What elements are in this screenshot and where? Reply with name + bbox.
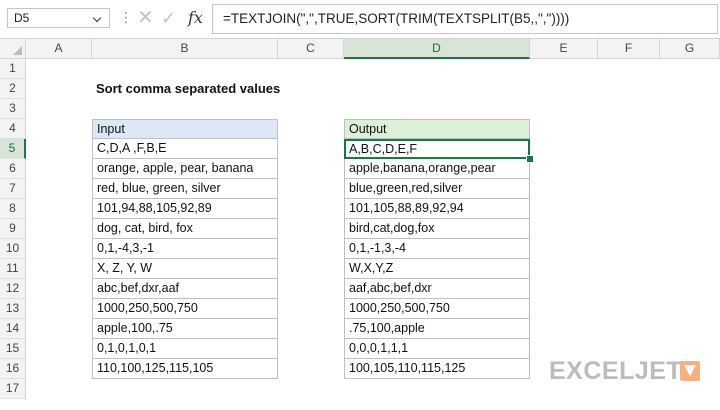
input-cell[interactable]: orange, apple, pear, banana — [92, 159, 278, 179]
row-header-11[interactable]: 11 — [0, 259, 26, 279]
row-header-14[interactable]: 14 — [0, 319, 26, 339]
input-cell[interactable]: 0,1,-4,3,-1 — [92, 239, 278, 259]
output-cell[interactable]: 101,105,88,89,92,94 — [344, 199, 530, 219]
output-cell[interactable]: 0,1,-1,3,-4 — [344, 239, 530, 259]
row-header-4[interactable]: 4 — [0, 119, 26, 139]
input-cell[interactable]: 1000,250,500,750 — [92, 299, 278, 319]
logo-text: EXCELJET — [549, 357, 683, 385]
sheet-title[interactable]: Sort comma separated values — [92, 79, 392, 99]
output-header-cell[interactable]: Output — [344, 119, 530, 139]
exceljet-logo: EXCELJET — [549, 358, 682, 384]
row-header-12[interactable]: 12 — [0, 279, 26, 299]
row-header-1[interactable]: 1 — [0, 59, 26, 79]
formula-input[interactable]: =TEXTJOIN(",",TRUE,SORT(TRIM(TEXTSPLIT(B… — [212, 4, 718, 34]
output-cell[interactable]: .75,100,apple — [344, 319, 530, 339]
column-header-f[interactable]: F — [598, 39, 660, 59]
row-header-5[interactable]: 5 — [0, 139, 26, 159]
row-header-13[interactable]: 13 — [0, 299, 26, 319]
input-header-cell[interactable]: Input — [92, 119, 278, 139]
output-cell[interactable]: W,X,Y,Z — [344, 259, 530, 279]
output-cell[interactable]: apple,banana,orange,pear — [344, 159, 530, 179]
active-cell[interactable]: A,B,C,D,E,F — [344, 139, 530, 159]
row-header-16[interactable]: 16 — [0, 359, 26, 379]
row-header-3[interactable]: 3 — [0, 99, 26, 119]
check-icon[interactable]: ✓ — [161, 7, 176, 29]
input-cell[interactable]: red, blue, green, silver — [92, 179, 278, 199]
formula-text: =TEXTJOIN(",",TRUE,SORT(TRIM(TEXTSPLIT(B… — [223, 11, 570, 26]
row-header-7[interactable]: 7 — [0, 179, 26, 199]
column-header-b[interactable]: B — [92, 39, 278, 59]
input-cell[interactable]: dog, cat, bird, fox — [92, 219, 278, 239]
formula-bar: D5 ⋮ ✕ ✓ fx =TEXTJOIN(",",TRUE,SORT(TRIM… — [0, 0, 720, 39]
input-cell[interactable]: 110,100,125,115,105 — [92, 359, 278, 379]
output-cell[interactable]: 0,0,0,1,1,1 — [344, 339, 530, 359]
input-cell[interactable]: C,D,A ,F,B,E — [92, 139, 278, 159]
exceljet-arrow-icon — [680, 361, 700, 381]
column-header-e[interactable]: E — [530, 39, 598, 59]
input-cell[interactable]: apple,100,.75 — [92, 319, 278, 339]
name-box-value: D5 — [14, 11, 30, 25]
output-cell[interactable]: 100,105,110,115,125 — [344, 359, 530, 379]
input-cell[interactable]: abc,bef,dxr,aaf — [92, 279, 278, 299]
fill-handle[interactable] — [526, 155, 534, 163]
row-header-8[interactable]: 8 — [0, 199, 26, 219]
column-header-c[interactable]: C — [278, 39, 344, 59]
input-cell[interactable]: 0,1,0,1,0,1 — [92, 339, 278, 359]
row-header-2[interactable]: 2 — [0, 79, 26, 99]
output-cell[interactable]: bird,cat,dog,fox — [344, 219, 530, 239]
more-options-icon: ⋮ — [119, 9, 133, 25]
input-cell[interactable]: 101,94,88,105,92,89 — [92, 199, 278, 219]
input-cell[interactable]: X, Z, Y, W — [92, 259, 278, 279]
column-header-g[interactable]: G — [660, 39, 720, 59]
output-cell[interactable]: 1000,250,500,750 — [344, 299, 530, 319]
row-header-6[interactable]: 6 — [0, 159, 26, 179]
row-header-17[interactable]: 17 — [0, 379, 26, 399]
select-all-corner[interactable] — [0, 39, 26, 59]
fx-icon[interactable]: fx — [188, 8, 203, 28]
cancel-icon[interactable]: ✕ — [137, 7, 154, 29]
row-header-15[interactable]: 15 — [0, 339, 26, 359]
output-cell[interactable]: aaf,abc,bef,dxr — [344, 279, 530, 299]
row-header-9[interactable]: 9 — [0, 219, 26, 239]
row-header-10[interactable]: 10 — [0, 239, 26, 259]
output-cell[interactable]: blue,green,red,silver — [344, 179, 530, 199]
column-header-d[interactable]: D — [344, 39, 530, 59]
column-header-a[interactable]: A — [26, 39, 92, 59]
